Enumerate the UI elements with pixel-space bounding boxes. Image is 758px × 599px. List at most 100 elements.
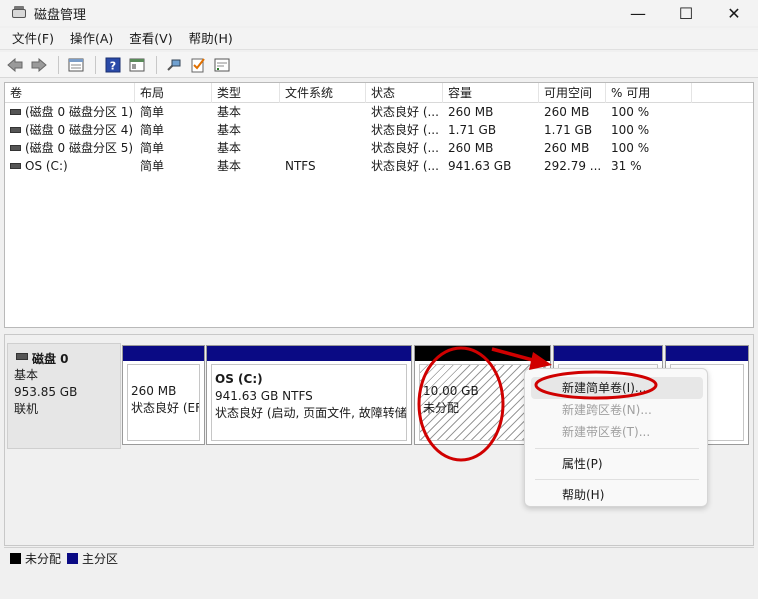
table-row[interactable]: (磁盘 0 磁盘分区 5) 简单 基本 状态良好 (... 260 MB 260 MB 10… <box>5 139 753 157</box>
cell-type: 基本 <box>212 121 280 139</box>
menu-help[interactable]: 帮助(H) <box>181 28 241 50</box>
table-row[interactable]: (磁盘 0 磁盘分区 1) 简单 基本 状态良好 (... 260 MB 260 MB 10… <box>5 103 753 121</box>
cell-percent-free: 31 % <box>606 157 692 175</box>
cell-text: (磁盘 0 磁盘分区 5) <box>25 141 134 155</box>
title-bar: 磁盘管理 — ☐ ✕ <box>0 0 758 26</box>
checkmark-icon[interactable] <box>187 54 209 76</box>
column-header-type[interactable]: 类型 <box>212 83 280 103</box>
column-header-filesystem[interactable]: 文件系统 <box>280 83 366 103</box>
cell-free-space: 292.79 ... <box>539 157 606 175</box>
maximize-button[interactable]: ☐ <box>662 0 710 26</box>
menu-properties[interactable]: 属性(P) <box>531 453 703 475</box>
partition-status: 状态良好 (EF <box>131 401 200 415</box>
cell-text: 简单 <box>140 141 165 155</box>
cell-text: 状态良好 (... <box>371 123 439 137</box>
cell-capacity: 1.71 GB <box>443 121 539 139</box>
cell-text: 100 % <box>611 141 650 155</box>
disk-0-label[interactable]: 磁盘 0 基本 953.85 GB 联机 <box>7 343 121 449</box>
cell-text: 基本 <box>217 141 242 155</box>
disk-management-app-icon <box>12 6 26 20</box>
cell-capacity: 260 MB <box>443 103 539 121</box>
menu-new-striped-volume[interactable]: 新建带区卷(T)... <box>531 421 703 443</box>
toolbar: ? <box>0 52 758 78</box>
cell-text: 基本 <box>217 159 242 173</box>
cell-text: 31 % <box>611 159 642 173</box>
unallocated-bar <box>415 346 550 361</box>
cell-text: (磁盘 0 磁盘分区 1) <box>25 105 134 119</box>
cell-status: 状态良好 (... <box>366 157 443 175</box>
cell-type: 基本 <box>212 103 280 121</box>
column-header-percent-free[interactable]: % 可用 <box>606 83 692 103</box>
disk-status: 联机 <box>14 402 39 416</box>
table-row[interactable]: (磁盘 0 磁盘分区 4) 简单 基本 状态良好 (... 1.71 GB 1.71 GB… <box>5 121 753 139</box>
unallocated-swatch <box>10 553 21 564</box>
close-button[interactable]: ✕ <box>710 0 758 26</box>
menu-help-item[interactable]: 帮助(H) <box>531 484 703 506</box>
menu-view[interactable]: 查看(V) <box>121 28 180 50</box>
cell-volume: OS (C:) <box>5 157 135 175</box>
column-header-capacity[interactable]: 容量 <box>443 83 539 103</box>
partition-os-c[interactable]: OS (C:) 941.63 GB NTFS 状态良好 (启动, 页面文件, 故… <box>206 345 412 445</box>
cell-text: 100 % <box>611 123 650 137</box>
connect-icon[interactable] <box>163 54 185 76</box>
cell-text: NTFS <box>285 159 316 173</box>
cell-layout: 简单 <box>135 139 212 157</box>
volume-icon <box>10 163 21 169</box>
toolbar-separator <box>156 55 157 74</box>
cell-text: 简单 <box>140 123 165 137</box>
help-icon[interactable]: ? <box>102 54 124 76</box>
legend: 未分配 主分区 <box>4 547 754 569</box>
cell-text: 简单 <box>140 105 165 119</box>
partition-size: 260 MB <box>131 384 177 398</box>
context-menu: 新建简单卷(I)... 新建跨区卷(N)... 新建带区卷(T)... 属性(P… <box>524 368 708 507</box>
cell-text: 1.71 GB <box>544 123 593 137</box>
disk-list-icon[interactable] <box>65 54 87 76</box>
cell-capacity: 941.63 GB <box>443 157 539 175</box>
cell-text: 260 MB <box>544 141 590 155</box>
column-header-layout[interactable]: 布局 <box>135 83 212 103</box>
disk-type: 基本 <box>14 368 39 382</box>
volume-icon <box>10 145 21 151</box>
cell-filesystem <box>280 121 366 139</box>
partition-title: OS (C:) <box>215 372 263 386</box>
column-header-free-space[interactable]: 可用空间 <box>539 83 606 103</box>
menu-new-spanned-volume[interactable]: 新建跨区卷(N)... <box>531 399 703 421</box>
svg-text:?: ? <box>110 59 116 72</box>
table-row[interactable]: OS (C:) 简单 基本 NTFS 状态良好 (... 941.63 GB 292.79 … <box>5 157 753 175</box>
cell-capacity: 260 MB <box>443 139 539 157</box>
back-arrow-icon[interactable] <box>4 54 26 76</box>
cell-text: 260 MB <box>544 105 590 119</box>
disk-name: 磁盘 0 <box>32 352 69 366</box>
cell-text: (磁盘 0 磁盘分区 4) <box>25 123 134 137</box>
primary-partition-swatch <box>67 553 79 564</box>
cell-text: 100 % <box>611 105 650 119</box>
cell-status: 状态良好 (... <box>366 103 443 121</box>
menu-new-simple-volume[interactable]: 新建简单卷(I)... <box>531 377 703 399</box>
cell-layout: 简单 <box>135 157 212 175</box>
cell-status: 状态良好 (... <box>366 121 443 139</box>
partition-efi[interactable]: 260 MB 状态良好 (EF <box>122 345 205 445</box>
properties-icon[interactable] <box>126 54 148 76</box>
partition-size: 941.63 GB NTFS <box>215 389 313 403</box>
legend-unallocated: 未分配 <box>25 552 62 566</box>
column-header-volume[interactable]: 卷 <box>5 83 135 103</box>
legend-primary-partition: 主分区 <box>82 552 119 566</box>
primary-partition-bar <box>123 346 204 361</box>
menu-separator <box>535 479 699 480</box>
menu-action[interactable]: 操作(A) <box>62 28 121 50</box>
cell-text: 状态良好 (... <box>371 105 439 119</box>
column-header-status[interactable]: 状态 <box>366 83 443 103</box>
settings-icon[interactable] <box>211 54 233 76</box>
cell-text: 1.71 GB <box>448 123 497 137</box>
primary-partition-bar <box>554 346 662 361</box>
cell-free-space: 1.71 GB <box>539 121 606 139</box>
menu-file[interactable]: 文件(F) <box>4 28 62 50</box>
cell-free-space: 260 MB <box>539 139 606 157</box>
forward-arrow-icon[interactable] <box>28 54 50 76</box>
minimize-button[interactable]: — <box>614 0 662 26</box>
toolbar-separator <box>58 55 59 74</box>
volume-icon <box>10 109 21 115</box>
cell-filesystem <box>280 139 366 157</box>
cell-text: 292.79 ... <box>544 159 602 173</box>
cell-text: OS (C:) <box>25 159 68 173</box>
